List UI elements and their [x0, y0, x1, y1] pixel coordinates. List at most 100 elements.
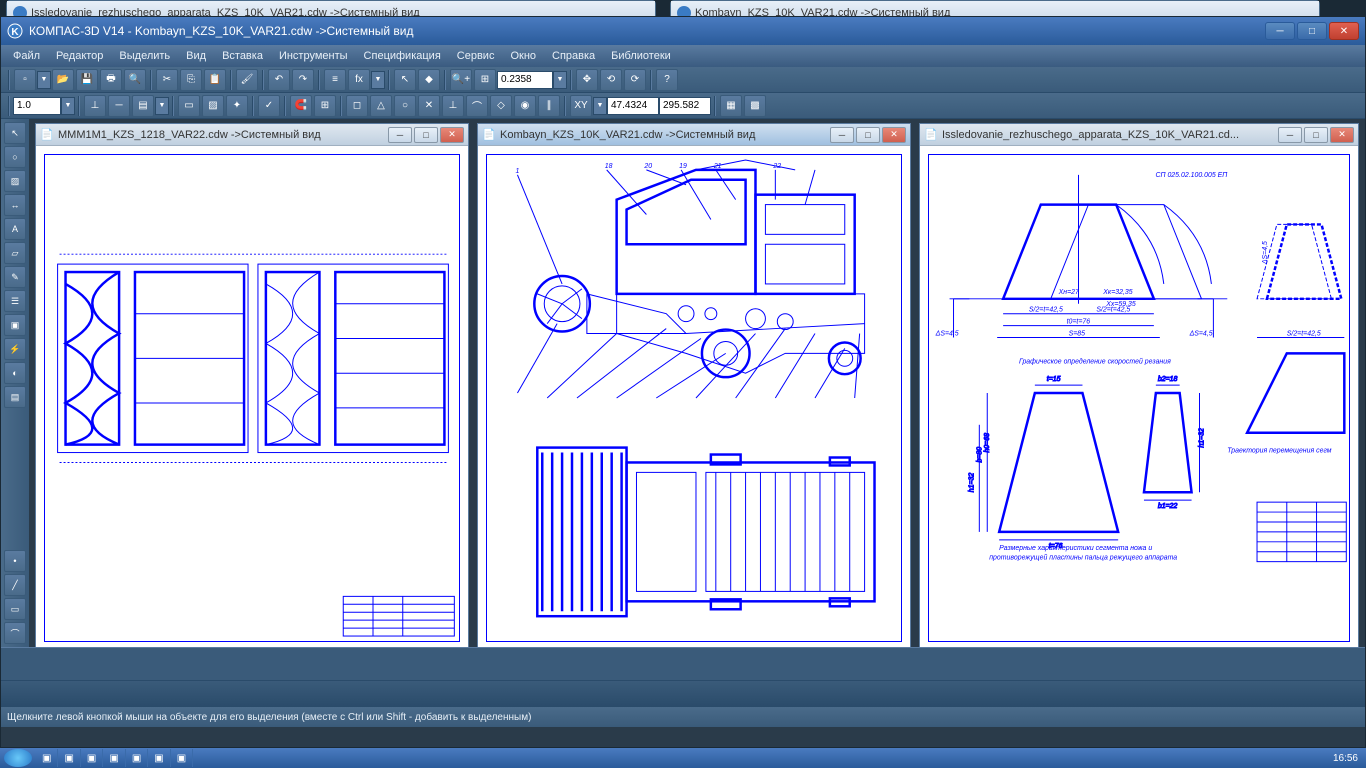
task-item[interactable]: ▣	[103, 749, 125, 767]
side-hatch-button[interactable]: ▨	[4, 170, 26, 192]
zoom-dropdown[interactable]: ▼	[553, 71, 567, 89]
side-dim-button[interactable]: ↔	[4, 194, 26, 216]
coord-y-input[interactable]	[659, 97, 711, 115]
side-point-button[interactable]: •	[4, 550, 26, 572]
snap-center-button[interactable]: ○	[394, 95, 416, 117]
side-edit-button[interactable]: ✎	[4, 266, 26, 288]
child-titlebar[interactable]: 📄 Kombayn_KZS_10K_VAR21.cdw ->Системный …	[478, 124, 910, 146]
task-item[interactable]: ▣	[36, 749, 58, 767]
snap-toggle-button[interactable]: ✓	[258, 95, 280, 117]
magnet-button[interactable]: 🧲	[290, 95, 312, 117]
snap-node-button[interactable]: ◉	[514, 95, 536, 117]
snap-int-button[interactable]: ✕	[418, 95, 440, 117]
zoom-fit-button[interactable]: ⊞	[474, 69, 496, 91]
task-item[interactable]: ▣	[58, 749, 80, 767]
side-view-button[interactable]: ▣	[4, 314, 26, 336]
layer-button[interactable]: ▤	[132, 95, 154, 117]
close-button[interactable]: ✕	[1329, 22, 1359, 40]
document-area[interactable]: 1 18 20 19 21 22	[478, 146, 910, 647]
side-assy-button[interactable]: ☰	[4, 290, 26, 312]
zoom-input[interactable]	[497, 71, 553, 89]
scale-dropdown[interactable]: ▼	[61, 97, 75, 115]
hatch-button[interactable]: ▨	[202, 95, 224, 117]
document-area[interactable]	[36, 146, 468, 647]
tool-x1-button[interactable]: ✦	[226, 95, 248, 117]
paste-button[interactable]: 📋	[204, 69, 226, 91]
side-arc-button[interactable]: ⌒	[4, 622, 26, 644]
type-button[interactable]: ─	[108, 95, 130, 117]
redo-button[interactable]: ↷	[292, 69, 314, 91]
task-item[interactable]: ▣	[171, 749, 193, 767]
layer-dropdown[interactable]: ▼	[155, 97, 169, 115]
menu-spec[interactable]: Спецификация	[356, 47, 449, 65]
pan-button[interactable]: ✥	[576, 69, 598, 91]
menu-help[interactable]: Справка	[544, 47, 603, 65]
preview-button[interactable]: 🔍	[124, 69, 146, 91]
menu-service[interactable]: Сервис	[449, 47, 503, 65]
child-minimize-button[interactable]: ─	[830, 127, 854, 143]
save-button[interactable]: 💾	[76, 69, 98, 91]
side-param-button[interactable]: ◐	[4, 362, 26, 384]
side-note-button[interactable]: ▱	[4, 242, 26, 264]
menu-tools[interactable]: Инструменты	[271, 47, 356, 65]
brush-button[interactable]: 🖌	[236, 69, 258, 91]
style-button[interactable]: ▭	[178, 95, 200, 117]
child-titlebar[interactable]: 📄 MMM1M1_KZS_1218_VAR22.cdw ->Системный …	[36, 124, 468, 146]
child-close-button[interactable]: ✕	[440, 127, 464, 143]
child-maximize-button[interactable]: □	[1304, 127, 1328, 143]
child-minimize-button[interactable]: ─	[388, 127, 412, 143]
side-line-button[interactable]: ╱	[4, 574, 26, 596]
child-maximize-button[interactable]: □	[856, 127, 880, 143]
extra-a-button[interactable]: ▦	[720, 95, 742, 117]
task-item[interactable]: ▣	[126, 749, 148, 767]
child-close-button[interactable]: ✕	[1330, 127, 1354, 143]
child-maximize-button[interactable]: □	[414, 127, 438, 143]
print-button[interactable]: 🖶	[100, 69, 122, 91]
new-dropdown[interactable]: ▼	[37, 71, 51, 89]
vars-dropdown[interactable]: ▼	[371, 71, 385, 89]
cut-button[interactable]: ✂	[156, 69, 178, 91]
snap-near-button[interactable]: ◇	[490, 95, 512, 117]
copy-button[interactable]: ⎘	[180, 69, 202, 91]
side-text-button[interactable]: A	[4, 218, 26, 240]
coord-xy-button[interactable]: XY	[570, 95, 592, 117]
grid-button[interactable]: ⊞	[314, 95, 336, 117]
start-button[interactable]	[4, 749, 32, 767]
help-button[interactable]: ?	[656, 69, 678, 91]
menu-libs[interactable]: Библиотеки	[603, 47, 679, 65]
undo-button[interactable]: ↶	[268, 69, 290, 91]
coord-x-input[interactable]	[607, 97, 659, 115]
side-geom-button[interactable]: ○	[4, 146, 26, 168]
menu-editor[interactable]: Редактор	[48, 47, 111, 65]
scale-input[interactable]	[13, 97, 61, 115]
snap-end-button[interactable]: ◻	[346, 95, 368, 117]
snap-tang-button[interactable]: ⌒	[466, 95, 488, 117]
clock[interactable]: 16:56	[1325, 753, 1366, 764]
coord-dropdown[interactable]: ▼	[593, 97, 607, 115]
snap-perp-button[interactable]: ⊥	[442, 95, 464, 117]
menu-view[interactable]: Вид	[178, 47, 214, 65]
document-area[interactable]: S/2=t=42,5 S/2=t=42,5 t0=t=76 S=85 ΔS=4,…	[920, 146, 1358, 647]
vars-button[interactable]: fх	[348, 69, 370, 91]
maximize-button[interactable]: □	[1297, 22, 1327, 40]
menu-window[interactable]: Окно	[502, 47, 544, 65]
refresh-button[interactable]: ⟳	[624, 69, 646, 91]
snap-par-button[interactable]: ∥	[538, 95, 560, 117]
manager-button[interactable]: ≡	[324, 69, 346, 91]
child-titlebar[interactable]: 📄 Issledovanie_rezhuschego_apparata_KZS_…	[920, 124, 1358, 146]
tool-a-button[interactable]: ◆	[418, 69, 440, 91]
task-item[interactable]: ▣	[81, 749, 103, 767]
open-button[interactable]: 📂	[52, 69, 74, 91]
menu-file[interactable]: Файл	[5, 47, 48, 65]
side-spec-button[interactable]: ▤	[4, 386, 26, 408]
extra-b-button[interactable]: ▩	[744, 95, 766, 117]
minimize-button[interactable]: ─	[1265, 22, 1295, 40]
zoom-window-button[interactable]: 🔍+	[450, 69, 472, 91]
side-rect-button[interactable]: ▭	[4, 598, 26, 620]
side-measure-button[interactable]: ⚡	[4, 338, 26, 360]
zoom-prev-button[interactable]: ⟲	[600, 69, 622, 91]
side-select-button[interactable]: ↖	[4, 122, 26, 144]
child-close-button[interactable]: ✕	[882, 127, 906, 143]
ortho-button[interactable]: ⊥	[84, 95, 106, 117]
child-minimize-button[interactable]: ─	[1278, 127, 1302, 143]
